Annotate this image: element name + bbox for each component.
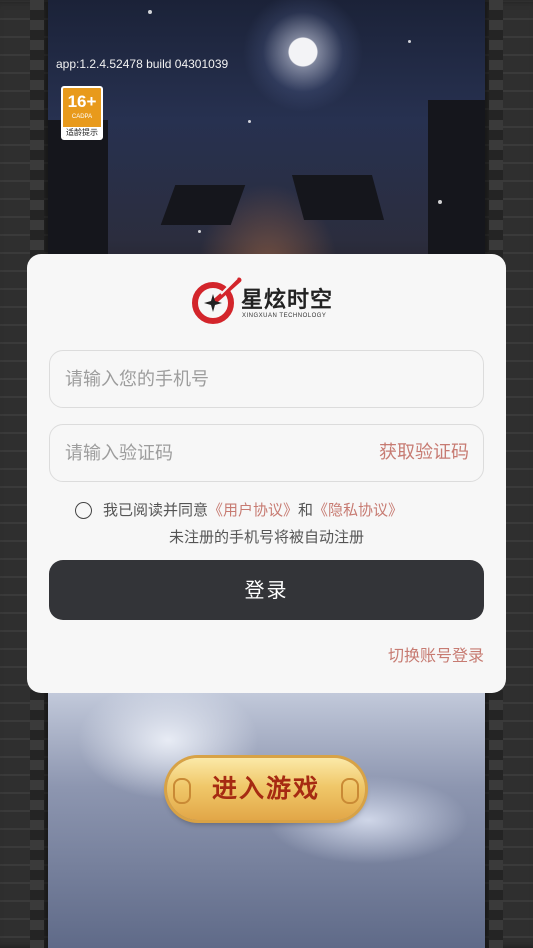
code-field[interactable]: 获取验证码 [49, 424, 484, 482]
switch-account-login-link[interactable]: 切换账号登录 [388, 642, 484, 666]
agreement-and: 和 [298, 501, 314, 519]
get-code-button[interactable]: 获取验证码 [379, 425, 469, 481]
age-rating-tip: 适龄提示 [63, 127, 101, 138]
enter-game-button[interactable]: 进入游戏 [167, 758, 365, 820]
agreement-checkbox[interactable] [75, 502, 92, 519]
age-rating-org: CADPA [71, 114, 93, 120]
age-rating-number: 16+ [67, 92, 97, 111]
brand-name: 星炫时空 [241, 288, 334, 313]
app-version-text: app:1.2.4.52478 build 04301039 [56, 57, 229, 71]
phone-field[interactable] [49, 350, 484, 408]
code-input[interactable] [65, 425, 345, 481]
login-card: 星炫时空 XINGXUAN TECHNOLOGY 获取验证码 我已阅读并同意《用… [27, 254, 506, 693]
auto-register-note: 未注册的手机号将被自动注册 [168, 528, 364, 546]
privacy-policy-link[interactable]: 《隐私协议》 [313, 501, 403, 519]
phone-input[interactable] [65, 351, 345, 407]
user-agreement-link[interactable]: 《用户协议》 [208, 501, 298, 519]
brand-subtitle: XINGXUAN TECHNOLOGY [242, 313, 327, 319]
age-rating-badge: 16+ CADPA 适龄提示 [61, 86, 103, 140]
brand-logo-icon [192, 277, 242, 324]
agreement-prefix: 我已阅读并同意 [103, 501, 209, 519]
brand-logo: 星炫时空 XINGXUAN TECHNOLOGY [191, 276, 343, 326]
login-button[interactable]: 登录 [49, 560, 484, 620]
